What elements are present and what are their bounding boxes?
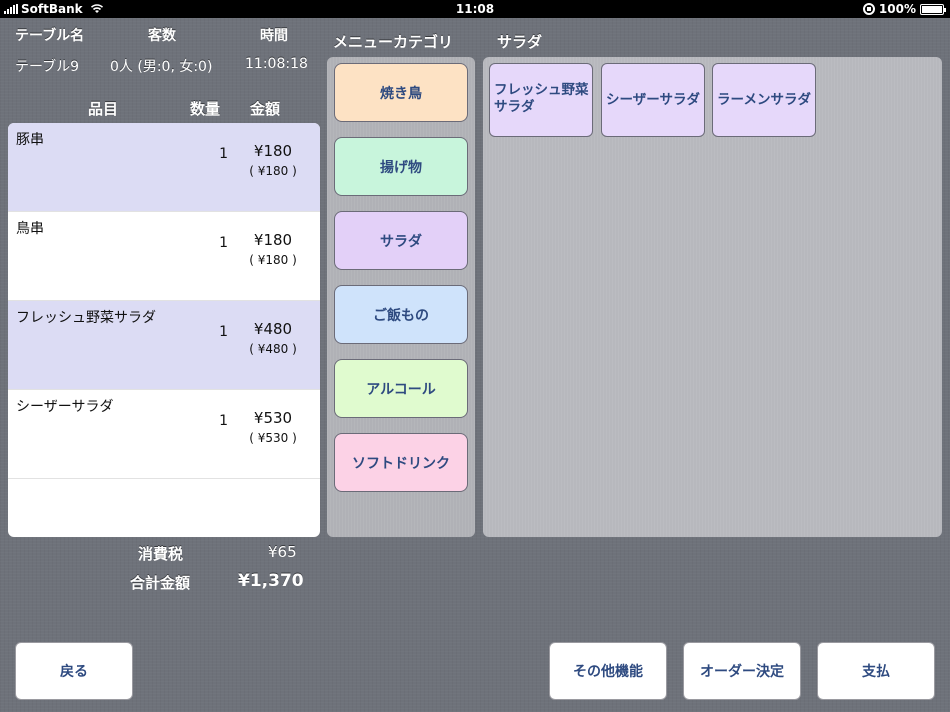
order-item-unit-price: ( ¥530 )	[249, 431, 297, 445]
item-panel: フレッシュ野菜サラダ シーザーサラダ ラーメンサラダ	[483, 57, 942, 537]
order-item-name: 豚串	[16, 132, 44, 148]
order-item-name: 鳥串	[16, 221, 44, 237]
status-right: 100%	[862, 2, 946, 16]
category-button-fried[interactable]: 揚げ物	[334, 137, 468, 196]
order-item-unit-price: ( ¥180 )	[249, 253, 297, 267]
category-panel: 焼き鳥 揚げ物 サラダ ご飯もの アルコール ソフトドリンク	[327, 57, 475, 537]
order-item-name: フレッシュ野菜サラダ	[16, 310, 156, 326]
order-row[interactable]: 鳥串 1 ¥180 ( ¥180 )	[8, 212, 320, 301]
battery-icon	[920, 3, 946, 15]
order-item-qty: 1	[219, 324, 228, 340]
column-amount: 金額	[250, 100, 281, 118]
order-item-qty: 1	[219, 235, 228, 251]
status-time: 11:08	[455, 2, 495, 16]
category-button-yakitori[interactable]: 焼き鳥	[334, 63, 468, 122]
category-button-rice[interactable]: ご飯もの	[334, 285, 468, 344]
order-row[interactable]: フレッシュ野菜サラダ 1 ¥480 ( ¥480 )	[8, 301, 320, 390]
order-item-qty: 1	[219, 413, 228, 429]
order-item-unit-price: ( ¥480 )	[249, 342, 297, 356]
table-value: テーブル9	[15, 59, 80, 75]
column-item: 品目	[88, 100, 119, 118]
table-label: テーブル名	[15, 28, 85, 44]
order-item-price: ¥180	[253, 142, 293, 160]
guests-label: 客数	[148, 28, 176, 44]
total-value: ¥1,370	[238, 571, 304, 591]
category-button-salad[interactable]: サラダ	[334, 211, 468, 270]
category-title: メニューカテゴリ	[333, 33, 454, 51]
menu-item-fresh-salad[interactable]: フレッシュ野菜サラダ	[489, 63, 593, 137]
battery-percent: 100%	[878, 2, 916, 16]
category-button-alcohol[interactable]: アルコール	[334, 359, 468, 418]
order-row[interactable]: シーザーサラダ 1 ¥530 ( ¥530 )	[8, 390, 320, 479]
time-value: 11:08:18	[245, 56, 308, 72]
order-item-price: ¥530	[253, 409, 293, 427]
pay-button[interactable]: 支払	[817, 642, 935, 700]
total-label: 合計金額	[130, 574, 191, 592]
order-item-name: シーザーサラダ	[16, 399, 114, 415]
time-label: 時間	[260, 28, 288, 44]
confirm-order-button[interactable]: オーダー決定	[683, 642, 801, 700]
order-item-price: ¥480	[253, 320, 293, 338]
category-button-soft-drink[interactable]: ソフトドリンク	[334, 433, 468, 492]
status-bar: SoftBank 11:08 100%	[0, 0, 950, 18]
other-functions-button[interactable]: その他機能	[549, 642, 667, 700]
order-item-price: ¥180	[253, 231, 293, 249]
column-qty: 数量	[190, 100, 221, 118]
guests-value: 0人 (男:0, 女:0)	[110, 59, 213, 75]
order-item-unit-price: ( ¥180 )	[249, 164, 297, 178]
item-panel-title: サラダ	[497, 33, 543, 51]
tax-label: 消費税	[138, 545, 184, 563]
order-list[interactable]: 豚串 1 ¥180 ( ¥180 ) 鳥串 1 ¥180 ( ¥180 ) フレ…	[8, 123, 320, 537]
tax-value: ¥65	[268, 543, 297, 561]
back-button[interactable]: 戻る	[15, 642, 133, 700]
menu-item-ramen-salad[interactable]: ラーメンサラダ	[712, 63, 816, 137]
order-item-qty: 1	[219, 146, 228, 162]
rotation-lock-icon	[862, 3, 875, 15]
menu-item-caesar-salad[interactable]: シーザーサラダ	[601, 63, 705, 137]
order-row[interactable]: 豚串 1 ¥180 ( ¥180 )	[8, 123, 320, 212]
